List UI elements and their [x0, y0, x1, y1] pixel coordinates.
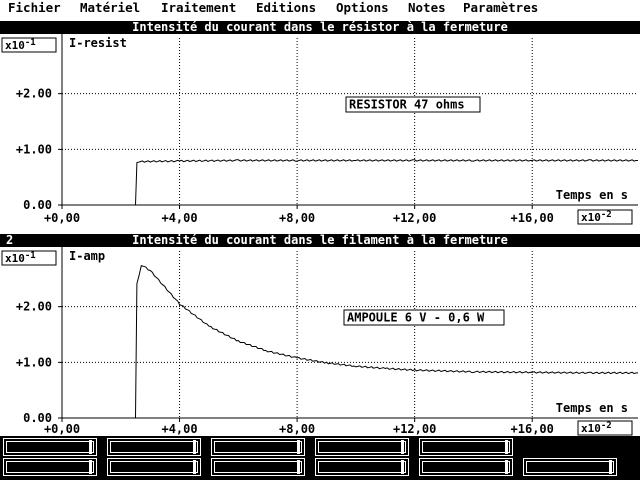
x-tick-label: +16,00	[511, 422, 554, 436]
imprimer-button[interactable]: Imprimer	[3, 458, 97, 476]
y-tick-label: 0.00	[23, 198, 52, 212]
aide-button-label: Aide	[9, 440, 40, 455]
calculer-button-label: Calculer	[113, 440, 174, 455]
x-tick-label: +0,00	[44, 422, 80, 436]
x-tick-label: +4,00	[161, 211, 197, 225]
button-bar: Aide Calculer Défiler Zoom Curseur Impri…	[0, 436, 640, 480]
menu-traitement[interactable]: Iraitement	[161, 0, 236, 16]
y-tick-label: +2.00	[16, 87, 52, 101]
y-axis-label: I-amp	[69, 249, 105, 263]
x-tick-label: +4,00	[161, 422, 197, 436]
x-tick-label: +8,00	[279, 211, 315, 225]
menu-parametres[interactable]: Paramètres	[463, 0, 538, 16]
menu-editions[interactable]: Editions	[256, 0, 316, 16]
chart-filament: 0.00+1.00+2.00+0,00 +4,00 +8,00 +12,00 +16,0…	[1, 247, 638, 436]
effacer-button-label: Effacer	[425, 460, 478, 475]
menu-notes[interactable]: Notes	[408, 0, 446, 16]
menu-options[interactable]: Options	[336, 0, 389, 16]
calibrer-button[interactable]: Calibrer	[211, 458, 305, 476]
panel-1-titlebar: Intensité du courant dans le résistor à …	[0, 21, 640, 34]
data-series-line	[62, 159, 638, 206]
tracer-button[interactable]: Tracer	[523, 458, 617, 476]
y-tick-label: +1.00	[16, 142, 52, 156]
x-tick-label: +16,00	[511, 211, 554, 225]
panel-2-title: Intensité du courant dans le filament à …	[132, 233, 508, 247]
loupe-button[interactable]: Loupe	[107, 458, 201, 476]
menu-fichier[interactable]: Fichier	[8, 0, 61, 16]
data-series-line	[62, 264, 638, 419]
loupe-button-label: Loupe	[113, 460, 151, 475]
x-tick-label: +12,00	[393, 211, 436, 225]
defiler-button[interactable]: Défiler	[211, 438, 305, 456]
x-axis-label: Temps en s	[556, 401, 628, 415]
curseur-button-label: Curseur	[425, 440, 478, 455]
x-tick-label: +8,00	[279, 422, 315, 436]
aide-button[interactable]: Aide	[3, 438, 97, 456]
calculer-button[interactable]: Calculer	[107, 438, 201, 456]
x-axis-label: Temps en s	[556, 188, 628, 202]
imprimer-button-label: Imprimer	[9, 460, 70, 475]
x-tick-label: +12,00	[393, 422, 436, 436]
x-tick-label: +0,00	[44, 211, 80, 225]
panel-2-titlebar: 2 Intensité du courant dans le filament …	[0, 234, 640, 247]
calibrer-button-label: Calibrer	[217, 460, 278, 475]
defiler-button-label: Défiler	[217, 440, 270, 455]
y-tick-label: +2.00	[16, 300, 52, 314]
annotation-label: RESISTOR 47 ohms	[349, 98, 465, 112]
y-axis-label: I-resist	[69, 36, 127, 50]
panel-1-title: Intensité du courant dans le résistor à …	[132, 20, 508, 34]
menu-materiel[interactable]: Matériel	[80, 0, 140, 16]
menu-bar: Fichier Matériel Iraitement Editions Opt…	[0, 0, 640, 16]
curseur-button[interactable]: Curseur	[419, 438, 513, 456]
recouvrir-button-label: Recouvrir	[321, 460, 389, 475]
panel-2: 0.00 +1.00 +2.00 +0,00 +4,00 +8,00 +12,00 +16,0…	[0, 247, 640, 436]
effacer-button[interactable]: Effacer	[419, 458, 513, 476]
tracer-button-label: Tracer	[529, 460, 575, 475]
chart-resistor: 0.00 +1.00 +2.00 +0,00 +4,00 +8,00 +12,00 +16,0…	[1, 34, 638, 225]
zoom-button-label: Zoom	[321, 440, 352, 455]
zoom-button[interactable]: Zoom	[315, 438, 409, 456]
y-tick-label: +1.00	[16, 355, 52, 369]
annotation-label: AMPOULE 6 V - 0,6 W	[347, 311, 485, 325]
recouvrir-button[interactable]: Recouvrir	[315, 458, 409, 476]
panel-1: 0.00 +1.00 +2.00 +0,00 +4,00 +8,00 +12,00 +16,0…	[0, 34, 640, 228]
